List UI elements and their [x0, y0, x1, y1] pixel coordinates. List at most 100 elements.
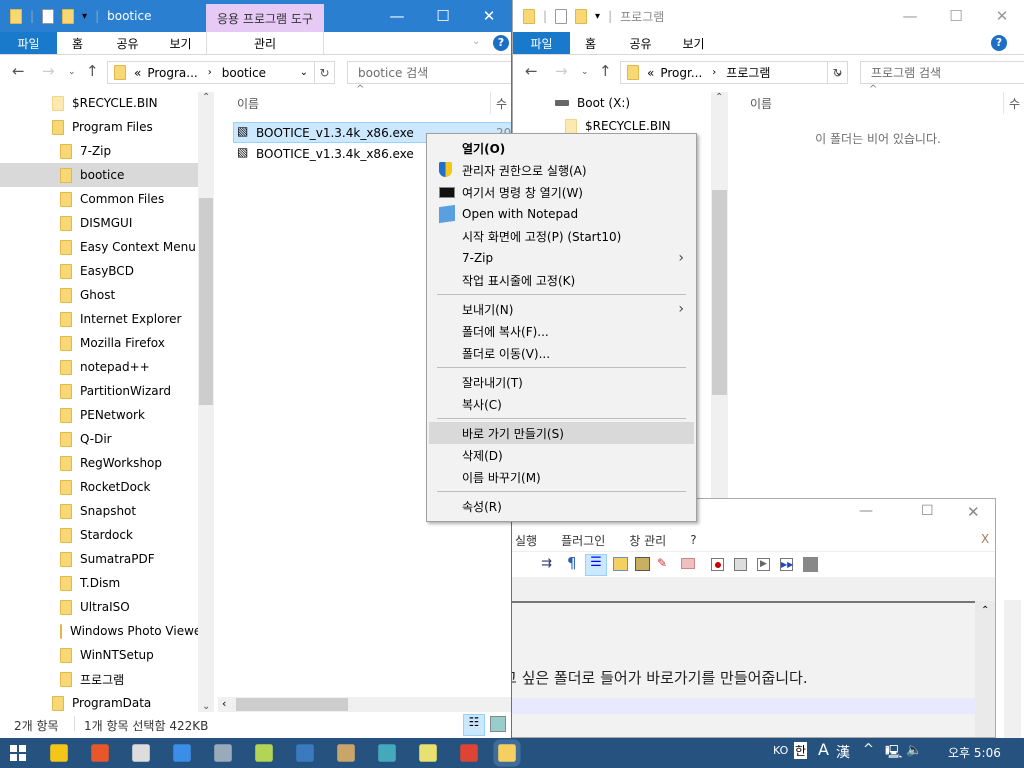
menu-item[interactable]: 이름 바꾸기(M) — [429, 466, 694, 488]
breadcrumb-parent[interactable]: Progra... — [147, 66, 197, 80]
tree-item[interactable]: Easy Context Menu — [0, 235, 198, 259]
maximize-button[interactable]: ☐ — [933, 0, 979, 32]
macro-icon[interactable] — [613, 557, 628, 571]
ribbon-expand-icon[interactable]: ⌄ — [472, 36, 480, 47]
tree-item[interactable]: SumatraPDF — [0, 547, 198, 571]
minimize-button[interactable]: — — [374, 0, 420, 32]
menu-item[interactable]: 복사(C) — [429, 393, 694, 415]
menu-plugins[interactable]: 플러그인 — [561, 532, 605, 549]
app-icon[interactable] — [132, 744, 150, 762]
menu-item[interactable]: 시작 화면에 고정(P) (Start10) — [429, 225, 694, 247]
tree-item[interactable]: Ghost — [0, 283, 198, 307]
tab-home[interactable]: 홈 — [573, 32, 608, 54]
details-view-button[interactable]: ☷ — [463, 714, 485, 736]
minimize-button[interactable]: — — [859, 503, 873, 519]
app-icon[interactable] — [378, 744, 396, 762]
maximize-button[interactable]: ☐ — [420, 0, 466, 32]
close-button[interactable]: ✕ — [466, 0, 511, 32]
minimize-button[interactable]: — — [887, 0, 933, 32]
play-macro-icon[interactable]: ▶ — [757, 558, 770, 571]
tab-home[interactable]: 홈 — [60, 32, 95, 54]
tree-item[interactable]: WinNTSetup — [0, 643, 198, 667]
file-explorer-icon[interactable] — [50, 744, 68, 762]
tree-item[interactable]: Snapshot — [0, 499, 198, 523]
properties-icon[interactable] — [42, 8, 55, 24]
menu-item[interactable]: 7-Zip › — [429, 247, 694, 269]
ime-hanja-indicator[interactable]: 漢 — [836, 742, 850, 762]
tab-view[interactable]: 보기 — [158, 32, 203, 54]
menu-item[interactable]: 폴더에 복사(F)... — [429, 320, 694, 342]
tree-item[interactable]: $RECYCLE.BIN — [0, 91, 198, 115]
stop-macro-icon[interactable] — [734, 558, 747, 571]
indent-guide-icon[interactable]: ☰ — [585, 554, 607, 576]
tab-view[interactable]: 보기 — [671, 32, 716, 54]
clock[interactable]: 오후 5:06 — [948, 744, 1001, 761]
search-input[interactable]: bootice 검색 — [347, 61, 511, 84]
app-icon[interactable] — [255, 744, 273, 762]
tree-item[interactable]: 프로그램 — [0, 667, 198, 691]
doc-map-icon[interactable] — [635, 557, 650, 571]
editor-area[interactable]: 고 싶은 폴더로 들어가 바로가기를 만들어줍니다. — [501, 601, 975, 737]
tree-item[interactable]: UltraISO — [0, 595, 198, 619]
forward-button[interactable]: → — [555, 62, 568, 80]
menu-item[interactable]: 폴더로 이동(V)... — [429, 342, 694, 364]
ime-fullwidth-indicator[interactable]: A — [818, 740, 829, 759]
column-header-date[interactable]: 수 — [1009, 95, 1020, 112]
chrome-icon[interactable] — [460, 744, 478, 762]
tree-item[interactable]: T.Dism — [0, 571, 198, 595]
address-bar[interactable]: « Progr... › 프로그램 ⌄ — [620, 61, 848, 84]
tab-file[interactable]: 파일 — [0, 32, 57, 54]
tree-item[interactable]: notepad++ — [0, 355, 198, 379]
menu-window[interactable]: 창 관리 — [629, 532, 666, 549]
editor-scrollbar[interactable]: ⌃ — [975, 601, 995, 737]
network-icon[interactable]: 🖳 — [885, 743, 902, 765]
breadcrumb-parent[interactable]: Progr... — [660, 66, 702, 80]
tree-item[interactable]: PENetwork — [0, 403, 198, 427]
breadcrumb-current[interactable]: bootice — [222, 66, 266, 80]
show-hidden-icons-button[interactable]: ^ — [863, 742, 874, 757]
app-icon[interactable] — [214, 744, 232, 762]
menu-item[interactable]: 열기(O) — [429, 137, 694, 159]
tree-item[interactable]: Internet Explorer — [0, 307, 198, 331]
up-button[interactable]: ↑ — [599, 62, 612, 80]
help-icon[interactable]: ? — [493, 35, 509, 51]
column-header-date[interactable]: 수 — [496, 95, 507, 112]
menu-help[interactable]: ? — [690, 533, 696, 547]
chevron-down-icon[interactable]: ⌄ — [300, 67, 308, 78]
tree-item[interactable]: RegWorkshop — [0, 451, 198, 475]
menu-run[interactable]: 실행 — [515, 532, 537, 549]
tree-item[interactable]: Common Files — [0, 187, 198, 211]
tab-file[interactable]: 파일 — [513, 32, 570, 54]
tree-item[interactable]: EasyBCD — [0, 259, 198, 283]
scrollbar-thumb[interactable] — [712, 190, 727, 395]
start-button[interactable] — [10, 745, 26, 761]
tree-item[interactable]: DISMGUI — [0, 211, 198, 235]
notepad-icon[interactable] — [419, 744, 437, 762]
app-icon[interactable] — [173, 744, 191, 762]
address-bar[interactable]: « Progra... › bootice ⌄ — [107, 61, 335, 84]
menu-item[interactable]: 관리자 권한으로 실행(A) — [429, 159, 694, 181]
close-button[interactable]: ✕ — [967, 503, 980, 521]
tab-manage[interactable]: 관리 — [206, 32, 324, 54]
tree-item[interactable]: RocketDock — [0, 475, 198, 499]
breadcrumb-current[interactable]: 프로그램 — [726, 64, 770, 81]
tree-item-drive[interactable]: Boot (X:) — [555, 91, 630, 115]
tree-item[interactable]: Mozilla Firefox — [0, 331, 198, 355]
run-macro-multiple-icon[interactable]: ▶▶ — [780, 558, 793, 571]
scrollbar-thumb[interactable] — [236, 698, 348, 711]
new-folder-icon[interactable] — [62, 8, 75, 24]
tree-item[interactable]: bootice — [0, 163, 198, 187]
refresh-button[interactable]: ↻ — [314, 61, 335, 84]
menu-item[interactable]: 여기서 명령 창 열기(W) — [429, 181, 694, 203]
content-scrollbar[interactable] — [1004, 600, 1021, 738]
back-button[interactable]: ← — [525, 62, 538, 80]
tree-item[interactable]: Stardock — [0, 523, 198, 547]
menu-item[interactable]: 보내기(N) › — [429, 298, 694, 320]
tree-item[interactable]: PartitionWizard — [0, 379, 198, 403]
nav-scrollbar[interactable]: ⌃ ⌄ — [198, 92, 214, 712]
folder-workspace-icon[interactable] — [681, 558, 695, 569]
maximize-button[interactable]: ☐ — [921, 503, 934, 519]
firefox-icon[interactable] — [91, 744, 109, 762]
forward-button[interactable]: → — [42, 62, 55, 80]
recent-locations-button[interactable]: ⌄ — [68, 67, 76, 77]
